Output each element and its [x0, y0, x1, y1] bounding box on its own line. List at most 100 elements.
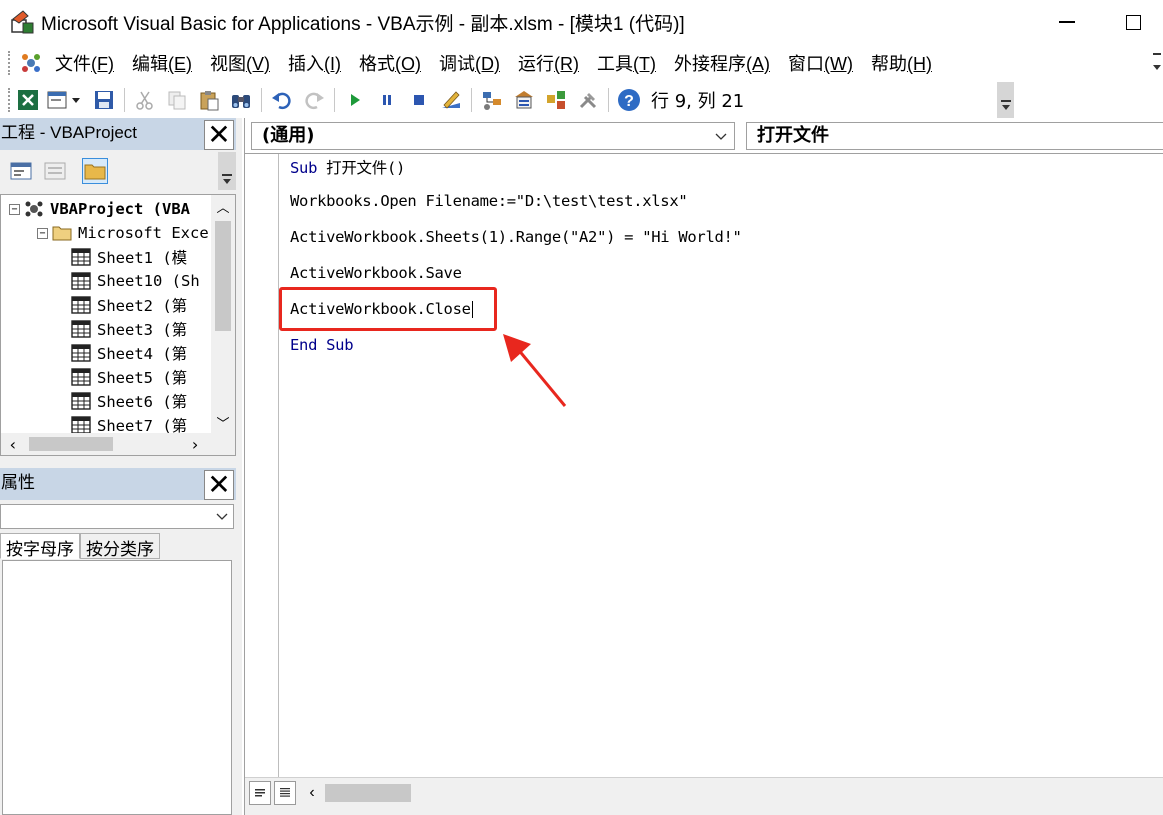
- menu-item[interactable]: 帮助(H): [862, 50, 941, 76]
- toolbox-button[interactable]: [574, 86, 602, 114]
- code-line[interactable]: Workbooks.Open Filename:="D:\test\test.x…: [290, 192, 688, 210]
- redo-button[interactable]: [300, 86, 328, 114]
- view-code-button[interactable]: [8, 158, 34, 184]
- project-explorer-close-button[interactable]: ✕: [204, 120, 234, 150]
- undo-button[interactable]: [268, 86, 296, 114]
- worksheet-icon: [71, 392, 91, 410]
- object-browser-icon: [547, 91, 565, 109]
- vba-menu-icon[interactable]: [20, 52, 42, 74]
- menu-items: 文件(F) 编辑(E) 视图(V) 插入(I) 格式(O) 调试(D) 运行(R) 工具(T)…: [46, 50, 941, 76]
- menu-item[interactable]: 视图(V): [201, 50, 279, 76]
- code-line[interactable]: End Sub: [290, 336, 354, 354]
- menu-item[interactable]: 外接程序(A): [665, 50, 779, 76]
- scroll-thumb[interactable]: [215, 221, 231, 331]
- code-line[interactable]: ActiveWorkbook.Save: [290, 264, 462, 282]
- menu-item-accelerator: (F): [91, 54, 114, 74]
- code-text: Workbooks.Open Filename:="D:\test\test.x…: [290, 192, 688, 210]
- scroll-down-icon[interactable]: ﹀: [211, 411, 235, 433]
- tree-item-label: Sheet2 (第: [97, 297, 188, 315]
- collapse-toggle-icon[interactable]: −: [37, 227, 48, 239]
- scroll-thumb[interactable]: [29, 437, 113, 451]
- menu-item-accelerator: (O): [394, 54, 421, 74]
- menu-item[interactable]: 文件(F): [46, 50, 123, 76]
- project-tree-vertical-scrollbar[interactable]: ︿ ﹀: [211, 195, 235, 433]
- run-button[interactable]: [341, 86, 369, 114]
- design-mode-button[interactable]: [437, 86, 465, 114]
- folder-icon: [52, 226, 72, 241]
- tab-alphabetic[interactable]: 按字母序: [0, 533, 80, 559]
- tree-item[interactable]: − Microsoft Exce: [37, 221, 209, 245]
- scroll-thumb[interactable]: [325, 784, 411, 802]
- menu-bar: 文件(F) 编辑(E) 视图(V) 插入(I) 格式(O) 调试(D) 运行(R) 工具(T)…: [0, 44, 1163, 82]
- copy-button[interactable]: [163, 86, 191, 114]
- tree-item[interactable]: Sheet3 (第: [71, 317, 187, 341]
- menubar-overflow[interactable]: [1151, 50, 1163, 76]
- design-mode-icon: [442, 91, 460, 109]
- toggle-folders-button[interactable]: [82, 158, 108, 184]
- procedure-view-button[interactable]: [249, 781, 271, 805]
- find-button[interactable]: [227, 86, 255, 114]
- code-editor[interactable]: Sub 打开文件() Workbooks.Open Filename:="D:\t…: [245, 153, 1163, 778]
- collapse-toggle-icon[interactable]: −: [9, 203, 20, 215]
- menu-item[interactable]: 调试(D): [430, 50, 509, 76]
- project-tree-horizontal-scrollbar[interactable]: ‹ ›: [1, 433, 235, 455]
- reset-button[interactable]: [405, 86, 433, 114]
- menu-item[interactable]: 编辑(E): [123, 50, 201, 76]
- scroll-left-icon[interactable]: ‹: [301, 781, 323, 805]
- toolbar-separator: [334, 88, 335, 112]
- tree-item[interactable]: Sheet1 (模: [71, 245, 187, 269]
- procedure-select[interactable]: 打开文件: [746, 122, 1163, 150]
- tree-item[interactable]: Sheet6 (第: [71, 389, 187, 413]
- object-browser-button[interactable]: [542, 86, 570, 114]
- scroll-left-icon[interactable]: ‹: [1, 433, 25, 455]
- properties-object-select[interactable]: [0, 504, 234, 529]
- full-module-view-button[interactable]: [274, 781, 296, 805]
- menu-item[interactable]: 插入(I): [279, 50, 350, 76]
- properties-close-button[interactable]: ✕: [204, 470, 234, 500]
- help-button[interactable]: ?: [615, 86, 643, 114]
- properties-window-button[interactable]: [510, 86, 538, 114]
- tab-categorized[interactable]: 按分类序: [80, 533, 160, 559]
- break-button[interactable]: [373, 86, 401, 114]
- code-line[interactable]: ActiveWorkbook.Sheets(1).Range("A2") = "…: [290, 228, 742, 246]
- insert-userform-button[interactable]: [46, 86, 86, 114]
- toolbar-overflow[interactable]: [997, 82, 1014, 118]
- view-object-button[interactable]: [42, 158, 68, 184]
- chevron-down-icon: [715, 133, 727, 140]
- menubar-grip[interactable]: [8, 51, 12, 75]
- menu-item[interactable]: 窗口(W): [779, 50, 862, 76]
- folder-icon: [84, 164, 106, 180]
- save-button[interactable]: [90, 86, 118, 114]
- paste-button[interactable]: [195, 86, 223, 114]
- object-select[interactable]: (通用): [251, 122, 735, 150]
- toolbar-separator: [124, 88, 125, 112]
- project-explorer-button[interactable]: [478, 86, 506, 114]
- menu-item[interactable]: 格式(O): [350, 50, 430, 76]
- project-toolbar-overflow[interactable]: [218, 152, 236, 190]
- vba-app-icon[interactable]: [9, 9, 35, 35]
- scroll-up-icon[interactable]: ︿: [211, 195, 235, 217]
- scroll-right-icon[interactable]: ›: [183, 433, 207, 455]
- margin-indicator-bar[interactable]: [245, 154, 279, 778]
- tree-item[interactable]: Sheet4 (第: [71, 341, 187, 365]
- menu-item-accelerator: (E): [167, 54, 192, 74]
- tools-icon: [579, 93, 597, 109]
- toolbar-separator: [471, 88, 472, 112]
- code-line[interactable]: Sub 打开文件(): [290, 156, 405, 178]
- code-horizontal-scrollbar[interactable]: ‹: [301, 781, 1161, 805]
- properties-list[interactable]: [2, 560, 232, 815]
- tree-item[interactable]: − VBAProject (VBA: [9, 197, 190, 221]
- maximize-button[interactable]: [1110, 6, 1156, 38]
- tree-item[interactable]: Sheet2 (第: [71, 293, 187, 317]
- minimize-button[interactable]: [1044, 6, 1090, 38]
- toolbar-grip[interactable]: [8, 88, 12, 112]
- stop-icon: [414, 95, 424, 105]
- view-excel-button[interactable]: [14, 86, 42, 114]
- menu-item[interactable]: 工具(T): [588, 50, 665, 76]
- tree-item[interactable]: Sheet10 (Sh: [71, 269, 200, 293]
- menu-item-label: 帮助: [870, 54, 907, 74]
- tree-item[interactable]: Sheet5 (第: [71, 365, 187, 389]
- menu-item[interactable]: 运行(R): [509, 50, 588, 76]
- cut-button[interactable]: [131, 86, 159, 114]
- properties-tabs: 按字母序 按分类序: [0, 533, 160, 559]
